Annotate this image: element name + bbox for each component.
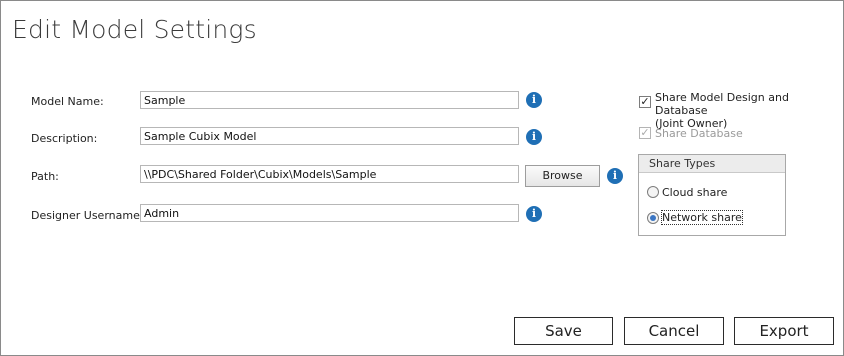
edit-model-settings-dialog: Edit Model Settings Model Name: Sample i… <box>0 0 844 356</box>
share-design-label: Share Model Design and Database (Joint O… <box>655 91 843 130</box>
model-name-info-icon[interactable]: i <box>526 92 542 108</box>
share-design-label-line1: Share Model Design and Database <box>655 91 789 117</box>
share-types-group: Share Types Cloud share Network share <box>638 154 786 236</box>
path-info-icon[interactable]: i <box>607 168 623 184</box>
path-label: Path: <box>31 170 59 183</box>
network-share-radio[interactable] <box>647 212 659 224</box>
designer-username-input[interactable]: Admin <box>140 204 519 222</box>
cloud-share-label[interactable]: Cloud share <box>662 186 727 199</box>
dialog-title: Edit Model Settings <box>12 15 257 44</box>
export-button[interactable]: Export <box>734 317 834 345</box>
description-label: Description: <box>31 132 98 145</box>
designer-username-label: Designer Username: <box>31 209 144 222</box>
browse-button[interactable]: Browse <box>525 165 600 187</box>
share-database-checkbox[interactable]: ✓ <box>639 127 651 139</box>
cloud-share-radio[interactable] <box>647 186 659 198</box>
network-share-label[interactable]: Network share <box>661 210 743 225</box>
save-button[interactable]: Save <box>514 317 613 345</box>
cancel-button[interactable]: Cancel <box>624 317 724 345</box>
designer-username-info-icon[interactable]: i <box>526 206 542 222</box>
model-name-label: Model Name: <box>31 95 104 108</box>
share-database-label: Share Database <box>655 127 743 140</box>
path-input[interactable]: \\PDC\Shared Folder\Cubix\Models\Sample <box>140 165 519 183</box>
share-design-checkbox[interactable]: ✓ <box>639 96 651 108</box>
share-types-title: Share Types <box>639 155 785 173</box>
description-input[interactable]: Sample Cubix Model <box>140 127 519 145</box>
model-name-input[interactable]: Sample <box>140 91 519 109</box>
description-info-icon[interactable]: i <box>526 129 542 145</box>
